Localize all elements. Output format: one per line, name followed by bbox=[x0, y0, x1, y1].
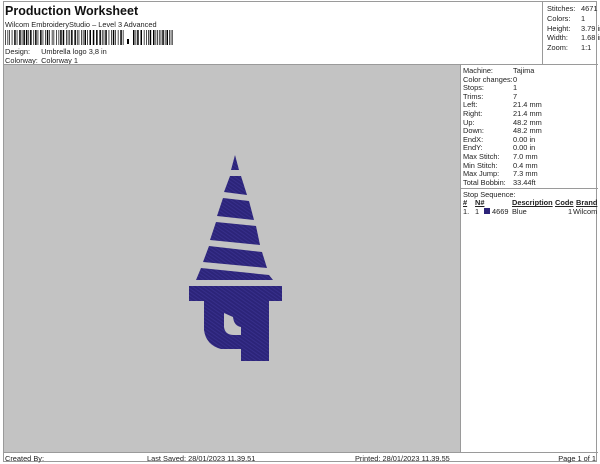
thread-code: 1 bbox=[568, 207, 573, 217]
stop-n: 1 bbox=[475, 207, 480, 217]
worksheet-footer: Created By: Last Saved: 28/01/2023 11.39… bbox=[4, 452, 598, 463]
stat-row: Colors: 1 bbox=[545, 14, 598, 24]
embroidery-design-image bbox=[189, 155, 282, 361]
machine-row: Min Stitch: 0.4 mm bbox=[461, 161, 598, 170]
logo-tip bbox=[231, 155, 239, 170]
stat-label: Height: bbox=[547, 23, 571, 33]
worksheet-header: Production Worksheet Wilcom EmbroiderySt… bbox=[4, 2, 528, 65]
logo-band-3 bbox=[210, 222, 260, 245]
last-saved: Last Saved: 28/01/2023 11.39.51 bbox=[147, 454, 256, 463]
machine-row: Up: 48.2 mm bbox=[461, 118, 598, 127]
machine-row: Trims: 7 bbox=[461, 92, 598, 101]
thread-color-swatch bbox=[484, 208, 490, 215]
machine-row: Color changes: 0 bbox=[461, 75, 598, 84]
machine-row: Machine: Tajima bbox=[461, 66, 598, 75]
stat-row: Height: 3.79 in bbox=[545, 23, 600, 34]
stat-label: Stitches: bbox=[547, 4, 576, 13]
col-num: # bbox=[463, 198, 468, 208]
logo-band-4 bbox=[203, 246, 267, 268]
machine-row: Max Jump: 7.3 mm bbox=[461, 169, 598, 178]
stat-label: Colors: bbox=[547, 13, 571, 23]
logo-band-5 bbox=[196, 268, 273, 280]
col-code: Code bbox=[555, 198, 574, 208]
machine-row: Max Stitch: 7.0 mm bbox=[461, 152, 598, 161]
col-brand: Brand bbox=[576, 198, 598, 208]
stat-label: Width: bbox=[547, 33, 568, 43]
printed-date: Printed: 28/01/2023 11.39.55 bbox=[355, 454, 450, 463]
thread-brand: Wilcom bbox=[573, 207, 598, 217]
umbrella-logo bbox=[189, 155, 282, 361]
machine-row: Left: 21.4 mm bbox=[461, 100, 598, 109]
stop-sequence-title: Stop Sequence: bbox=[461, 188, 598, 199]
design-row: Design: Umbrella logo 3,8 in bbox=[5, 47, 107, 56]
stat-value: 3.79 in bbox=[581, 23, 600, 33]
machine-row: Stops: 1 bbox=[461, 83, 598, 92]
col-description: Description bbox=[512, 198, 553, 208]
logo-band-1 bbox=[224, 176, 247, 195]
stat-row: Stitches: 4671 bbox=[545, 4, 598, 14]
design-preview bbox=[4, 64, 461, 452]
stat-label: Zoom: bbox=[547, 43, 568, 53]
machine-info: Machine: Tajima Color changes: 0 Stops: 1 T… bbox=[461, 65, 598, 187]
logo-band-2 bbox=[217, 198, 254, 220]
thread-description: Blue bbox=[512, 207, 527, 217]
col-n: N# bbox=[475, 198, 485, 208]
design-stats: Stitches: 4671 Colors: 1 Height: 3.79 in Wi… bbox=[542, 2, 600, 64]
machine-row: Down: 48.2 mm bbox=[461, 126, 598, 135]
page-title: Production Worksheet bbox=[5, 4, 139, 18]
machine-row: EndX: 0.00 in bbox=[461, 135, 598, 144]
stat-value: 1 bbox=[581, 13, 586, 23]
stat-row: Zoom: 1:1 bbox=[545, 43, 598, 53]
stat-value: 1:1 bbox=[581, 43, 592, 53]
machine-row: Right: 21.4 mm bbox=[461, 109, 598, 118]
machine-label: Total Bobbin: bbox=[463, 177, 506, 187]
design-value: Umbrella logo 3,8 in bbox=[41, 47, 107, 56]
software-subtitle: Wilcom EmbroideryStudio – Level 3 Advanc… bbox=[5, 20, 157, 29]
stat-value: 1.68 in bbox=[581, 33, 600, 43]
stop-sequence-row: 1. 1 4669 Blue 1 Wilcom bbox=[461, 207, 598, 216]
machine-value: 33.44ft bbox=[513, 177, 536, 187]
production-worksheet: Production Worksheet Wilcom EmbroiderySt… bbox=[3, 1, 600, 463]
page-number: Page 1 of 1 bbox=[558, 454, 596, 463]
stat-row: Width: 1.68 in bbox=[545, 33, 600, 43]
machine-row: EndY: 0.00 in bbox=[461, 143, 598, 152]
design-label: Design: bbox=[5, 47, 31, 56]
thread-number: 4669 bbox=[492, 207, 509, 217]
stop-sequence-header: # N# Description Code Brand bbox=[461, 198, 598, 207]
stat-value: 4671 bbox=[581, 4, 598, 13]
created-by: Created By: bbox=[5, 454, 45, 463]
barcode-image bbox=[5, 30, 173, 45]
machine-row: Total Bobbin: 33.44ft bbox=[461, 178, 598, 187]
stop-num: 1. bbox=[463, 207, 470, 217]
logo-handle bbox=[189, 286, 282, 361]
machine-panel: Machine: Tajima Color changes: 0 Stops: 1 T… bbox=[461, 64, 598, 452]
